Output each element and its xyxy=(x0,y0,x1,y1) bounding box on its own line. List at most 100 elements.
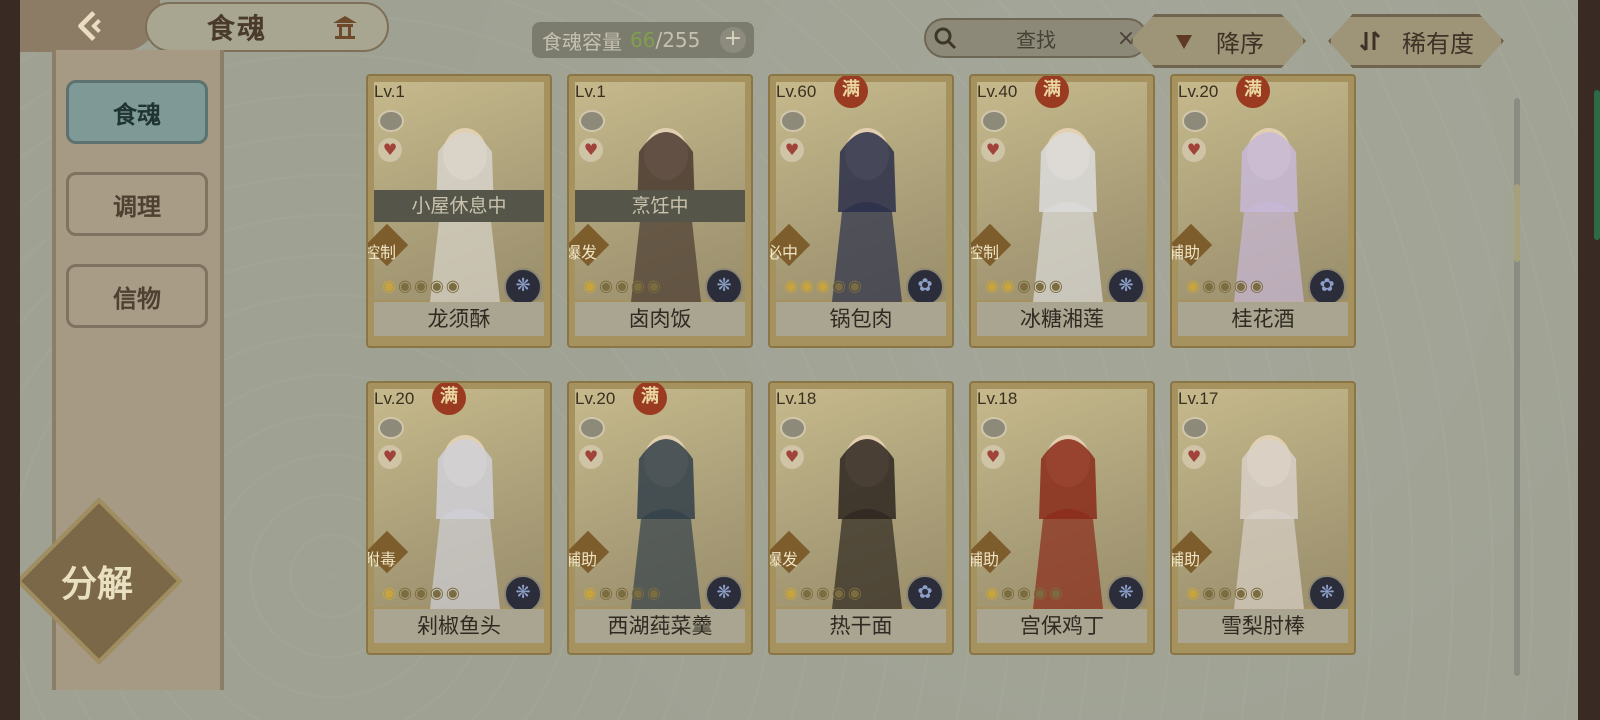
heart-icon[interactable]: ♥ xyxy=(1182,138,1206,162)
role-label: 控制 xyxy=(969,243,1000,262)
heart-icon[interactable]: ♥ xyxy=(981,445,1005,469)
star-filled-icon: ◉ xyxy=(784,583,800,602)
heart-icon[interactable]: ♥ xyxy=(579,138,603,162)
star-empty-icon: ◉ xyxy=(847,276,864,295)
heart-icon[interactable]: ♥ xyxy=(579,445,603,469)
role-badge: 控制 xyxy=(368,236,414,266)
level-label: Lv.20 xyxy=(575,389,616,408)
heart-icon[interactable]: ♥ xyxy=(378,138,402,162)
star-filled-icon: ◉ xyxy=(815,276,832,295)
lock-toggle-icon[interactable] xyxy=(1182,417,1208,439)
heart-icon[interactable]: ♥ xyxy=(981,138,1005,162)
role-badge: 爆发 xyxy=(567,236,615,266)
role-label: 附毒 xyxy=(366,550,397,569)
role-badge: 必中 xyxy=(770,236,816,266)
game-screen: 食魂 食魂容量 66 /255 + 查找 × 降序 稀有度 食魂 调理 信物 分… xyxy=(20,0,1578,720)
home-pavilion-icon[interactable] xyxy=(331,14,359,40)
star-empty-icon: ◉ xyxy=(429,276,446,295)
lock-toggle-icon[interactable] xyxy=(1182,110,1208,132)
star-empty-icon: ◉ xyxy=(598,276,615,295)
expand-capacity-button[interactable]: + xyxy=(720,27,746,53)
star-empty-icon: ◉ xyxy=(1032,583,1049,602)
star-empty-icon: ◉ xyxy=(429,583,446,602)
star-empty-icon: ◉ xyxy=(831,583,848,602)
sort-order-label: 降序 xyxy=(1216,29,1264,58)
star-empty-icon: ◉ xyxy=(1048,276,1065,295)
star-rating: ◉◉◉◉◉ xyxy=(1186,276,1266,295)
level-label: Lv.1 xyxy=(575,82,606,101)
max-level-badge: 满 xyxy=(1236,76,1270,108)
lock-toggle-icon[interactable] xyxy=(780,417,806,439)
food-soul-card[interactable]: Lv.18 ♥ 爆发 ◉◉◉◉◉ ✿ 热干面 xyxy=(768,381,954,655)
star-rating: ◉◉◉◉◉ xyxy=(784,276,864,295)
lock-toggle-icon[interactable] xyxy=(378,110,404,132)
scrollbar-thumb[interactable] xyxy=(1514,184,1520,262)
star-empty-icon: ◉ xyxy=(1233,583,1250,602)
character-name: 冰糖湘莲 xyxy=(977,302,1147,336)
food-soul-card[interactable]: Lv.60 满 ♥ 必中 ◉◉◉◉◉ ✿ 锅包肉 xyxy=(768,74,954,348)
star-empty-icon: ◉ xyxy=(646,583,663,602)
star-empty-icon: ◉ xyxy=(413,276,430,295)
star-empty-icon: ◉ xyxy=(831,276,848,295)
food-soul-card[interactable]: Lv.17 ♥ 辅助 ◉◉◉◉◉ ❋ 雪梨肘棒 xyxy=(1170,381,1356,655)
lock-toggle-icon[interactable] xyxy=(780,110,806,132)
lock-toggle-icon[interactable] xyxy=(981,110,1007,132)
level-label: Lv.60 xyxy=(776,82,817,101)
character-art xyxy=(631,435,701,609)
role-badge: 辅助 xyxy=(1172,543,1218,573)
heart-icon[interactable]: ♥ xyxy=(378,445,402,469)
star-empty-icon: ◉ xyxy=(397,583,414,602)
back-button[interactable] xyxy=(20,0,160,52)
tab-conditioning[interactable]: 调理 xyxy=(66,172,208,236)
search-input[interactable]: 查找 × xyxy=(924,18,1148,58)
role-badge: 控制 xyxy=(969,236,1017,266)
star-empty-icon: ◉ xyxy=(614,276,631,295)
decompose-button[interactable]: 分解 xyxy=(38,555,156,607)
star-filled-icon: ◉ xyxy=(799,276,816,295)
star-empty-icon: ◉ xyxy=(598,583,615,602)
flower-element-icon: ❋ xyxy=(504,268,542,306)
character-art xyxy=(1234,435,1304,609)
heart-icon[interactable]: ♥ xyxy=(780,445,804,469)
star-filled-icon: ◉ xyxy=(1186,276,1202,295)
star-empty-icon: ◉ xyxy=(413,583,430,602)
max-level-badge: 满 xyxy=(834,76,868,108)
tab-food-souls[interactable]: 食魂 xyxy=(66,80,208,144)
character-art xyxy=(430,435,500,609)
star-empty-icon: ◉ xyxy=(1201,583,1218,602)
star-filled-icon: ◉ xyxy=(382,276,398,295)
character-art xyxy=(832,128,902,302)
tab-tokens[interactable]: 信物 xyxy=(66,264,208,328)
heart-icon[interactable]: ♥ xyxy=(780,138,804,162)
star-empty-icon: ◉ xyxy=(847,583,864,602)
lock-toggle-icon[interactable] xyxy=(579,110,605,132)
food-soul-card[interactable]: Lv.20 满 ♥ 辅助 ◉◉◉◉◉ ✿ 桂花酒 xyxy=(1170,74,1356,348)
sort-order-button[interactable]: 降序 xyxy=(1130,14,1306,68)
sort-descending-icon xyxy=(1176,35,1192,49)
food-soul-card[interactable]: Lv.1 ♥ 烹饪中 爆发 ◉◉◉◉◉ ❋ 卤肉饭 xyxy=(567,74,753,348)
role-label: 爆发 xyxy=(768,550,799,569)
food-soul-card[interactable]: Lv.1 ♥ 小屋休息中 控制 ◉◉◉◉◉ ❋ 龙须酥 xyxy=(366,74,552,348)
food-soul-card[interactable]: Lv.20 满 ♥ 附毒 ◉◉◉◉◉ ❋ 剁椒鱼头 xyxy=(366,381,552,655)
lock-toggle-icon[interactable] xyxy=(378,417,404,439)
food-soul-card[interactable]: Lv.18 ♥ 辅助 ◉◉◉◉◉ ❋ 宫保鸡丁 xyxy=(969,381,1155,655)
food-soul-card[interactable]: Lv.40 满 ♥ 控制 ◉◉◉◉◉ ❋ 冰糖湘莲 xyxy=(969,74,1155,348)
star-empty-icon: ◉ xyxy=(1217,276,1234,295)
lock-toggle-icon[interactable] xyxy=(579,417,605,439)
heart-icon[interactable]: ♥ xyxy=(1182,445,1206,469)
character-name: 宫保鸡丁 xyxy=(977,609,1147,643)
role-badge: 附毒 xyxy=(366,543,414,573)
star-rating: ◉◉◉◉◉ xyxy=(985,583,1065,602)
sort-field-button[interactable]: 稀有度 xyxy=(1328,14,1504,68)
flower-element-icon: ❋ xyxy=(1107,268,1145,306)
edge-indicator xyxy=(1594,90,1600,240)
role-badge: 辅助 xyxy=(971,543,1017,573)
food-soul-card[interactable]: Lv.20 满 ♥ 辅助 ◉◉◉◉◉ ❋ 西湖莼菜羹 xyxy=(567,381,753,655)
lock-toggle-icon[interactable] xyxy=(981,417,1007,439)
star-rating: ◉◉◉◉◉ xyxy=(1186,583,1266,602)
role-label: 爆发 xyxy=(567,243,598,262)
level-label: Lv.40 xyxy=(977,82,1018,101)
star-empty-icon: ◉ xyxy=(815,583,832,602)
star-rating: ◉◉◉◉◉ xyxy=(985,276,1065,295)
star-rating: ◉◉◉◉◉ xyxy=(583,276,663,295)
